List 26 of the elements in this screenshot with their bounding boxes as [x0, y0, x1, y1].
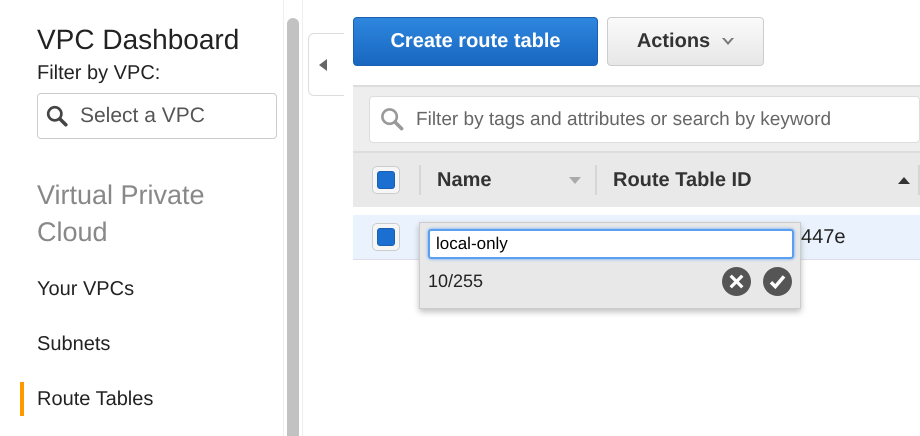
row-checkbox[interactable] — [372, 223, 400, 251]
cancel-icon[interactable] — [722, 267, 751, 296]
name-input[interactable]: local-only — [428, 229, 794, 259]
nav-item[interactable]: Route Tables — [20, 382, 154, 416]
column-header[interactable]: Route Table ID — [613, 168, 752, 192]
search-icon — [46, 105, 68, 127]
confirm-icon[interactable] — [763, 267, 792, 296]
nav-item[interactable]: Your VPCs — [20, 272, 134, 306]
filter-label: Filter by VPC: — [37, 62, 162, 85]
character-counter: 10/255 — [428, 271, 484, 292]
caret-icon — [722, 38, 734, 46]
column-header[interactable]: Name — [437, 168, 492, 192]
search-field[interactable]: Filter by tags and attributes or search by keyword — [369, 96, 920, 143]
scrollbar-thumb[interactable] — [287, 18, 299, 436]
table-cell: 447e — [801, 226, 846, 248]
nav-item[interactable]: Subnets — [20, 327, 110, 361]
vpc-filter-field[interactable]: Select a VPC — [37, 93, 277, 139]
section-title: Virtual Private Cloud — [37, 179, 206, 249]
search-icon — [380, 107, 404, 131]
create-route-table-button[interactable]: Create route table — [353, 17, 598, 66]
collapse-button[interactable] — [308, 33, 344, 96]
sidebar-title: VPC Dashboard — [37, 24, 240, 56]
actions-button[interactable]: Actions — [607, 17, 764, 66]
caret-icon — [319, 58, 327, 70]
select-all-checkbox[interactable] — [372, 166, 400, 194]
sort-ascending-icon[interactable] — [898, 176, 910, 184]
